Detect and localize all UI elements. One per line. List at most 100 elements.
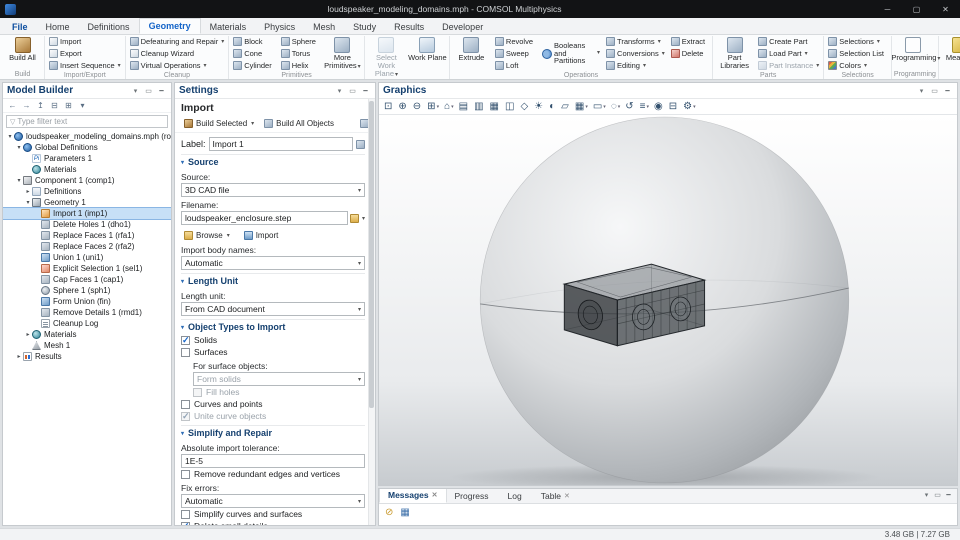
- panel-menu-icon[interactable]: ▾: [334, 85, 345, 97]
- source-select[interactable]: 3D CAD file ▾: [181, 183, 365, 197]
- graphics-tool[interactable]: ◇: [518, 100, 531, 114]
- programming-button[interactable]: Programming▾: [894, 36, 933, 70]
- tree-item[interactable]: ▾ Geometry 1: [3, 197, 171, 208]
- toolbar-button[interactable]: ⊟: [49, 100, 60, 112]
- toolbar-button[interactable]: ▾: [77, 100, 88, 112]
- checkbox-row[interactable]: Delete small details: [181, 520, 365, 525]
- tree-item[interactable]: ▸ Definitions: [3, 186, 171, 197]
- ribbon-button[interactable]: Loft: [493, 60, 538, 71]
- ribbon-button[interactable]: Create Part: [756, 36, 821, 47]
- build-selected-button[interactable]: Build Selected ▾: [181, 116, 257, 130]
- ribbon-tab[interactable]: Results: [385, 20, 433, 34]
- bottom-tab[interactable]: Messages ✕: [379, 488, 447, 503]
- tree-item[interactable]: Form Union (fin): [3, 296, 171, 307]
- ribbon-tab[interactable]: File: [3, 20, 37, 34]
- graphics-tool[interactable]: ⊡: [382, 100, 395, 114]
- ribbon-tab[interactable]: Study: [344, 20, 385, 34]
- graphics-tool[interactable]: ≡ ▾: [638, 100, 651, 114]
- checkbox[interactable]: [193, 388, 202, 397]
- ribbon-button[interactable]: Helix: [279, 60, 321, 71]
- extrude-button[interactable]: Extrude: [452, 36, 491, 71]
- messages-tool[interactable]: ▦: [398, 506, 411, 520]
- graphics-tool[interactable]: ▦: [488, 100, 502, 114]
- checkbox[interactable]: [181, 470, 190, 479]
- checkbox-row[interactable]: Surfaces: [181, 346, 365, 358]
- tree-item[interactable]: Explicit Selection 1 (sel1): [3, 263, 171, 274]
- label-badge-icon[interactable]: [356, 140, 365, 149]
- tree-item[interactable]: Union 1 (uni1): [3, 252, 171, 263]
- ribbon-button[interactable]: Editing ▾: [604, 60, 667, 71]
- open-file-icon[interactable]: [350, 214, 359, 223]
- toolbar-button[interactable]: →: [21, 100, 32, 112]
- ribbon-tab[interactable]: Materials: [201, 20, 256, 34]
- ribbon-button[interactable]: Export: [47, 48, 123, 59]
- close-button[interactable]: ✕: [931, 0, 960, 18]
- booleans-and-partitions-button[interactable]: Booleans and Partitions ▾: [540, 42, 602, 66]
- ribbon-button[interactable]: Torus: [279, 48, 321, 59]
- browse-button[interactable]: Browse ▾: [181, 228, 233, 242]
- import-button[interactable]: Import: [241, 228, 282, 242]
- graphics-tool[interactable]: ▱: [559, 100, 572, 114]
- graphics-tool[interactable]: ↺: [623, 100, 636, 114]
- panel-minimize-icon[interactable]: ━: [942, 85, 953, 97]
- checkbox[interactable]: [181, 412, 190, 421]
- checkbox[interactable]: [181, 522, 190, 526]
- ribbon-button[interactable]: Sphere: [279, 36, 321, 47]
- checkbox-row[interactable]: Remove redundant edges and vertices: [181, 468, 365, 480]
- tree-item[interactable]: Materials: [3, 164, 171, 175]
- build-all-button[interactable]: Build All: [3, 36, 42, 70]
- graphics-tool[interactable]: ▭ ▾: [591, 100, 608, 114]
- graphics-tool[interactable]: ⊟: [667, 100, 680, 114]
- section-length-unit[interactable]: ▾ Length Unit: [181, 273, 365, 288]
- tree-item[interactable]: Replace Faces 2 (rfa2): [3, 241, 171, 252]
- graphics-tool[interactable]: ▥: [472, 100, 486, 114]
- checkbox[interactable]: [181, 336, 190, 345]
- tree-expander[interactable]: ▾: [15, 177, 23, 184]
- panel-float-icon[interactable]: ▭: [929, 85, 940, 97]
- ribbon-button[interactable]: Transforms ▾: [604, 36, 667, 47]
- graphics-tool[interactable]: ◉: [652, 100, 666, 114]
- import-body-names-select[interactable]: Automatic ▾: [181, 256, 365, 270]
- filter-input[interactable]: [17, 116, 164, 127]
- fix-errors-select[interactable]: Automatic ▾: [181, 494, 365, 508]
- ribbon-button[interactable]: Part Instance ▾: [756, 60, 821, 71]
- graphics-tool[interactable]: ⚙ ▾: [681, 100, 697, 114]
- ribbon-button[interactable]: Sweep: [493, 48, 538, 59]
- ribbon-button[interactable]: Extract: [669, 36, 710, 47]
- tree-item[interactable]: Cap Faces 1 (cap1): [3, 274, 171, 285]
- graphics-tool[interactable]: ▦ ▾: [573, 100, 590, 114]
- select-work-plane-button[interactable]: Select Work Plane▾: [367, 36, 406, 78]
- panel-minimize-icon[interactable]: ━: [156, 85, 167, 97]
- length-unit-select[interactable]: From CAD document ▾: [181, 302, 365, 316]
- ribbon-button[interactable]: Cylinder: [231, 60, 277, 71]
- tree-item[interactable]: ▸ Materials: [3, 329, 171, 340]
- tree-expander[interactable]: ▾: [24, 199, 32, 206]
- toolbar-button[interactable]: ⊞: [63, 100, 74, 112]
- panel-menu-icon[interactable]: ▾: [916, 85, 927, 97]
- more-primitives-button[interactable]: More Primitives▾: [323, 36, 362, 71]
- tree-expander[interactable]: ▸: [24, 188, 32, 195]
- panel-float-icon[interactable]: ▭: [143, 85, 154, 97]
- tree-expander[interactable]: ▸: [24, 331, 32, 338]
- tree-item[interactable]: Sphere 1 (sph1): [3, 285, 171, 296]
- tree-item[interactable]: ▾ loudspeaker_modeling_domains.mph (root…: [3, 131, 171, 142]
- tolerance-input[interactable]: [181, 454, 365, 468]
- filename-input[interactable]: [181, 211, 348, 225]
- chevron-down-icon[interactable]: ▾: [362, 215, 365, 222]
- ribbon-button[interactable]: Cleanup Wizard: [128, 48, 227, 59]
- panel-menu-icon[interactable]: ▾: [921, 489, 932, 501]
- ribbon-button[interactable]: Load Part ▾: [756, 48, 821, 59]
- ribbon-button[interactable]: Cone: [231, 48, 277, 59]
- tree-item[interactable]: Mesh 1: [3, 340, 171, 351]
- ribbon-button[interactable]: Defeaturing and Repair ▾: [128, 36, 227, 47]
- graphics-tool[interactable]: ◐: [547, 100, 558, 114]
- ribbon-button[interactable]: Insert Sequence ▾: [47, 60, 123, 71]
- tree-item[interactable]: Import 1 (imp1): [3, 208, 171, 219]
- graphics-tool[interactable]: ▤: [457, 100, 471, 114]
- ribbon-button[interactable]: Block: [231, 36, 277, 47]
- work-plane-button[interactable]: Work Plane: [408, 36, 447, 78]
- tree-item[interactable]: Remove Details 1 (rmd1): [3, 307, 171, 318]
- filter-box[interactable]: ▽: [6, 115, 168, 128]
- scrollbar-thumb[interactable]: [369, 101, 374, 408]
- panel-float-icon[interactable]: ▭: [932, 489, 943, 501]
